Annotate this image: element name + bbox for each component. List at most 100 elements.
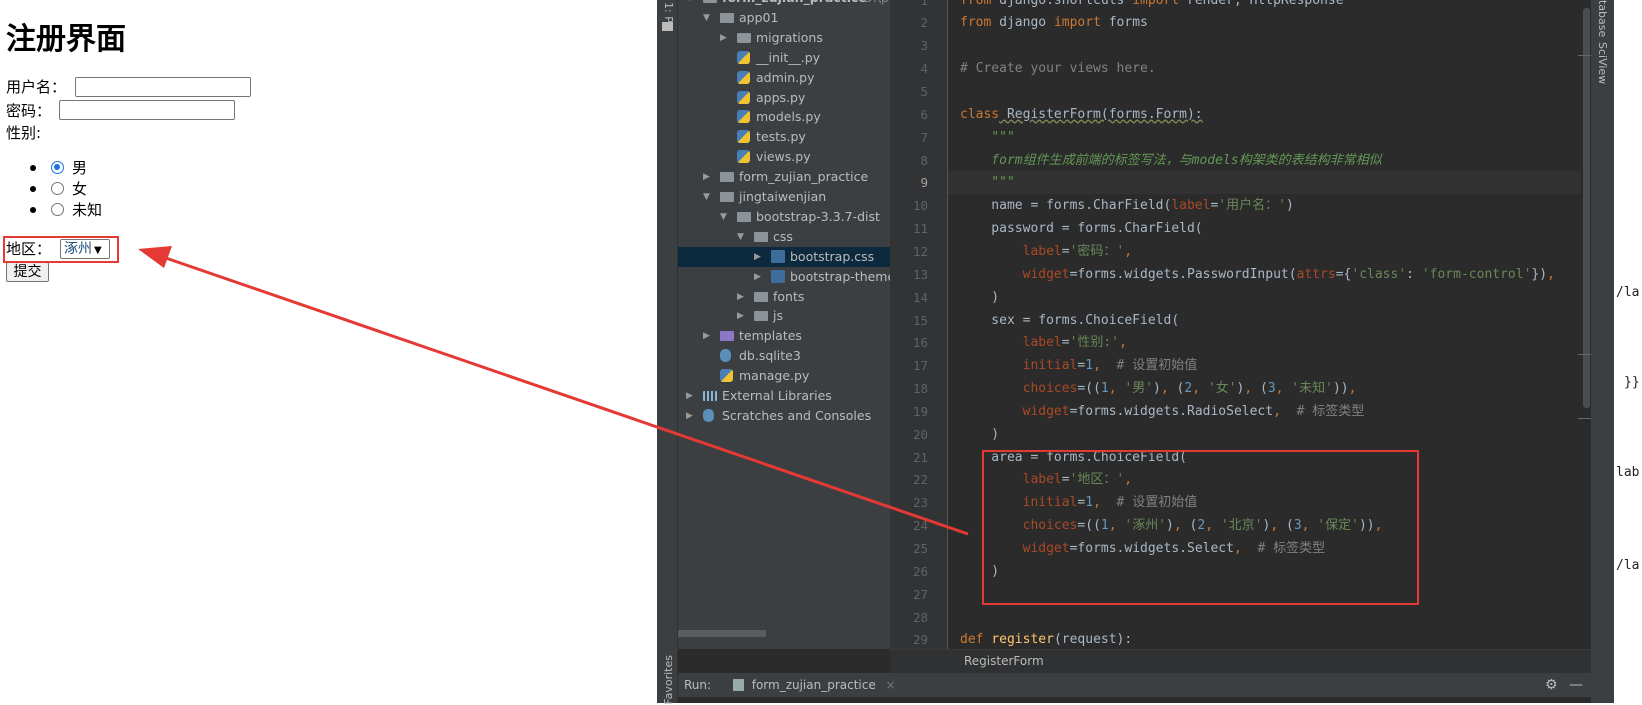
line-number-gutter: 1 2 3 4 5 6 7 8 9 10 11 12 13 14 15 16 17 18 19 20 21 22 23 24 2… bbox=[890, 0, 948, 649]
line-number: 23 bbox=[912, 495, 928, 511]
submit-button[interactable]: 提交 bbox=[6, 262, 49, 282]
sex-radio-1[interactable] bbox=[51, 182, 64, 195]
chevron-right-icon[interactable]: ▶ bbox=[703, 326, 710, 346]
run-tab[interactable]: form_zujian_practice bbox=[752, 678, 876, 692]
favorites-tab[interactable]: Favorites bbox=[662, 655, 675, 705]
code-token: # 标签类型 bbox=[1280, 403, 1365, 419]
gear-icon[interactable]: ⚙ bbox=[1545, 673, 1558, 697]
code-token: =forms.widgets.RadioSelect bbox=[1069, 403, 1274, 419]
sex-radio-0[interactable] bbox=[51, 161, 64, 174]
code-line: def register(request): bbox=[960, 628, 1132, 649]
tree-item[interactable]: ▼ jingtaiwenjian bbox=[678, 187, 890, 207]
close-icon[interactable]: × bbox=[886, 678, 896, 692]
code-token: django.shortcuts bbox=[991, 0, 1133, 8]
code-token: = bbox=[1061, 335, 1070, 351]
sex-option-label[interactable]: 男 bbox=[72, 157, 87, 178]
tree-item-label: fonts bbox=[773, 288, 805, 304]
tree-item[interactable]: ▶ migrations bbox=[678, 28, 890, 48]
tree-item[interactable]: ▼ form_zujian_practice D:\python bbox=[678, 0, 890, 8]
chevron-right-icon[interactable]: ▶ bbox=[720, 28, 727, 48]
overflow-text: /la bbox=[1616, 285, 1640, 300]
chevron-down-icon[interactable]: ▼ bbox=[720, 207, 727, 227]
chevron-down-icon[interactable]: ▼ bbox=[703, 187, 710, 207]
code-token: sex = forms.ChoiceField( bbox=[960, 312, 1180, 328]
db-icon bbox=[720, 349, 731, 363]
code-token: '未知' bbox=[1291, 381, 1333, 397]
sex-option-label[interactable]: 未知 bbox=[72, 199, 102, 220]
tree-item-path: D:\python bbox=[863, 0, 890, 8]
tree-item[interactable]: ▶ Scratches and Consoles bbox=[678, 406, 890, 426]
breadcrumb-item[interactable]: RegisterForm bbox=[964, 654, 1044, 668]
line-number: 20 bbox=[912, 426, 928, 442]
code-token: '用户名：' bbox=[1218, 198, 1286, 214]
line-number: 21 bbox=[912, 449, 928, 465]
lib-icon bbox=[703, 391, 717, 401]
tree-item[interactable]: ▶ form_zujian_practice bbox=[678, 167, 890, 187]
code-token: =forms.widgets.PasswordInput( bbox=[1069, 266, 1297, 282]
chevron-right-icon[interactable]: ▶ bbox=[686, 406, 693, 426]
line-number: 28 bbox=[912, 609, 928, 625]
code-token: '女' bbox=[1207, 381, 1237, 397]
line-number: 6 bbox=[920, 106, 928, 122]
tree-item[interactable]: views.py bbox=[678, 147, 890, 167]
tree-item[interactable]: ▶ templates bbox=[678, 326, 890, 346]
code-token: register bbox=[991, 632, 1054, 648]
folder-icon bbox=[662, 22, 673, 31]
password-input[interactable] bbox=[59, 100, 235, 120]
folder-icon bbox=[737, 32, 751, 43]
line-number: 11 bbox=[912, 221, 928, 237]
database-tab[interactable]: tabase bbox=[1596, 0, 1609, 37]
tree-item[interactable]: ▶ fonts bbox=[678, 287, 890, 307]
tree-item[interactable]: ▶ External Libraries bbox=[678, 386, 890, 406]
scrollbar-thumb[interactable] bbox=[1583, 8, 1590, 408]
chevron-down-icon[interactable]: ▼ bbox=[686, 0, 693, 8]
tree-item-label: bootstrap-theme. bbox=[790, 268, 890, 284]
chevron-right-icon[interactable]: ▶ bbox=[737, 306, 744, 326]
line-number: 26 bbox=[912, 563, 928, 579]
sex-radio-2[interactable] bbox=[51, 203, 64, 216]
sciview-tab[interactable]: SciView bbox=[1596, 42, 1609, 84]
breadcrumb[interactable]: RegisterForm bbox=[890, 649, 1591, 673]
tree-item[interactable]: tests.py bbox=[678, 127, 890, 147]
code-line: label='密码：', bbox=[960, 240, 1132, 263]
chevron-right-icon[interactable]: ▶ bbox=[754, 247, 761, 267]
project-tab[interactable]: 1: P bbox=[662, 2, 675, 23]
tree-item[interactable]: ▼ app01 bbox=[678, 8, 890, 28]
folder-icon bbox=[720, 12, 734, 23]
username-input[interactable] bbox=[75, 77, 251, 97]
tree-item[interactable]: apps.py bbox=[678, 88, 890, 108]
tree-item[interactable]: ▶ js bbox=[678, 306, 890, 326]
tree-item-label: Scratches and Consoles bbox=[722, 407, 872, 423]
overflow-text: }} bbox=[1624, 375, 1640, 390]
tree-item[interactable]: models.py bbox=[678, 107, 890, 127]
tree-item-label: form_zujian_practice bbox=[739, 169, 869, 185]
annotation-highlight-box bbox=[3, 236, 119, 263]
code-token: widget bbox=[1022, 403, 1070, 419]
code-token: form组件生成前端的标签写法，与models构架类的表结构非常相似 bbox=[960, 152, 1382, 168]
chevron-down-icon[interactable]: ▼ bbox=[703, 8, 710, 28]
code-token: render, HttpResponse bbox=[1179, 0, 1344, 8]
chevron-right-icon[interactable]: ▶ bbox=[754, 267, 761, 287]
right-tool-strip: tabase SciView bbox=[1591, 0, 1614, 703]
code-token: 'form-control' bbox=[1421, 266, 1532, 282]
horizontal-scrollbar[interactable] bbox=[678, 630, 766, 637]
tree-item[interactable]: ▶ bootstrap-theme. bbox=[678, 267, 890, 287]
code-token: , bbox=[1108, 381, 1125, 397]
tree-item[interactable]: admin.py bbox=[678, 68, 890, 88]
tree-item[interactable]: ▶ bootstrap.css bbox=[678, 246, 890, 267]
tree-item[interactable]: ▼ css bbox=[678, 227, 890, 247]
chevron-down-icon[interactable]: ▼ bbox=[737, 227, 744, 247]
tree-item[interactable]: manage.py bbox=[678, 366, 890, 386]
line-number: 25 bbox=[912, 541, 928, 556]
chevron-right-icon[interactable]: ▶ bbox=[703, 167, 710, 187]
folder-icon bbox=[754, 291, 768, 302]
code-token: 2 bbox=[1184, 381, 1193, 397]
chevron-right-icon[interactable]: ▶ bbox=[686, 386, 693, 406]
tree-item[interactable]: db.sqlite3 bbox=[678, 346, 890, 366]
sex-option-label[interactable]: 女 bbox=[72, 178, 87, 199]
tree-item[interactable]: __init__.py bbox=[678, 48, 890, 68]
minimize-icon[interactable]: — bbox=[1569, 673, 1583, 697]
chevron-right-icon[interactable]: ▶ bbox=[737, 287, 744, 307]
tree-item[interactable]: ▼ bootstrap-3.3.7-dist bbox=[678, 207, 890, 227]
